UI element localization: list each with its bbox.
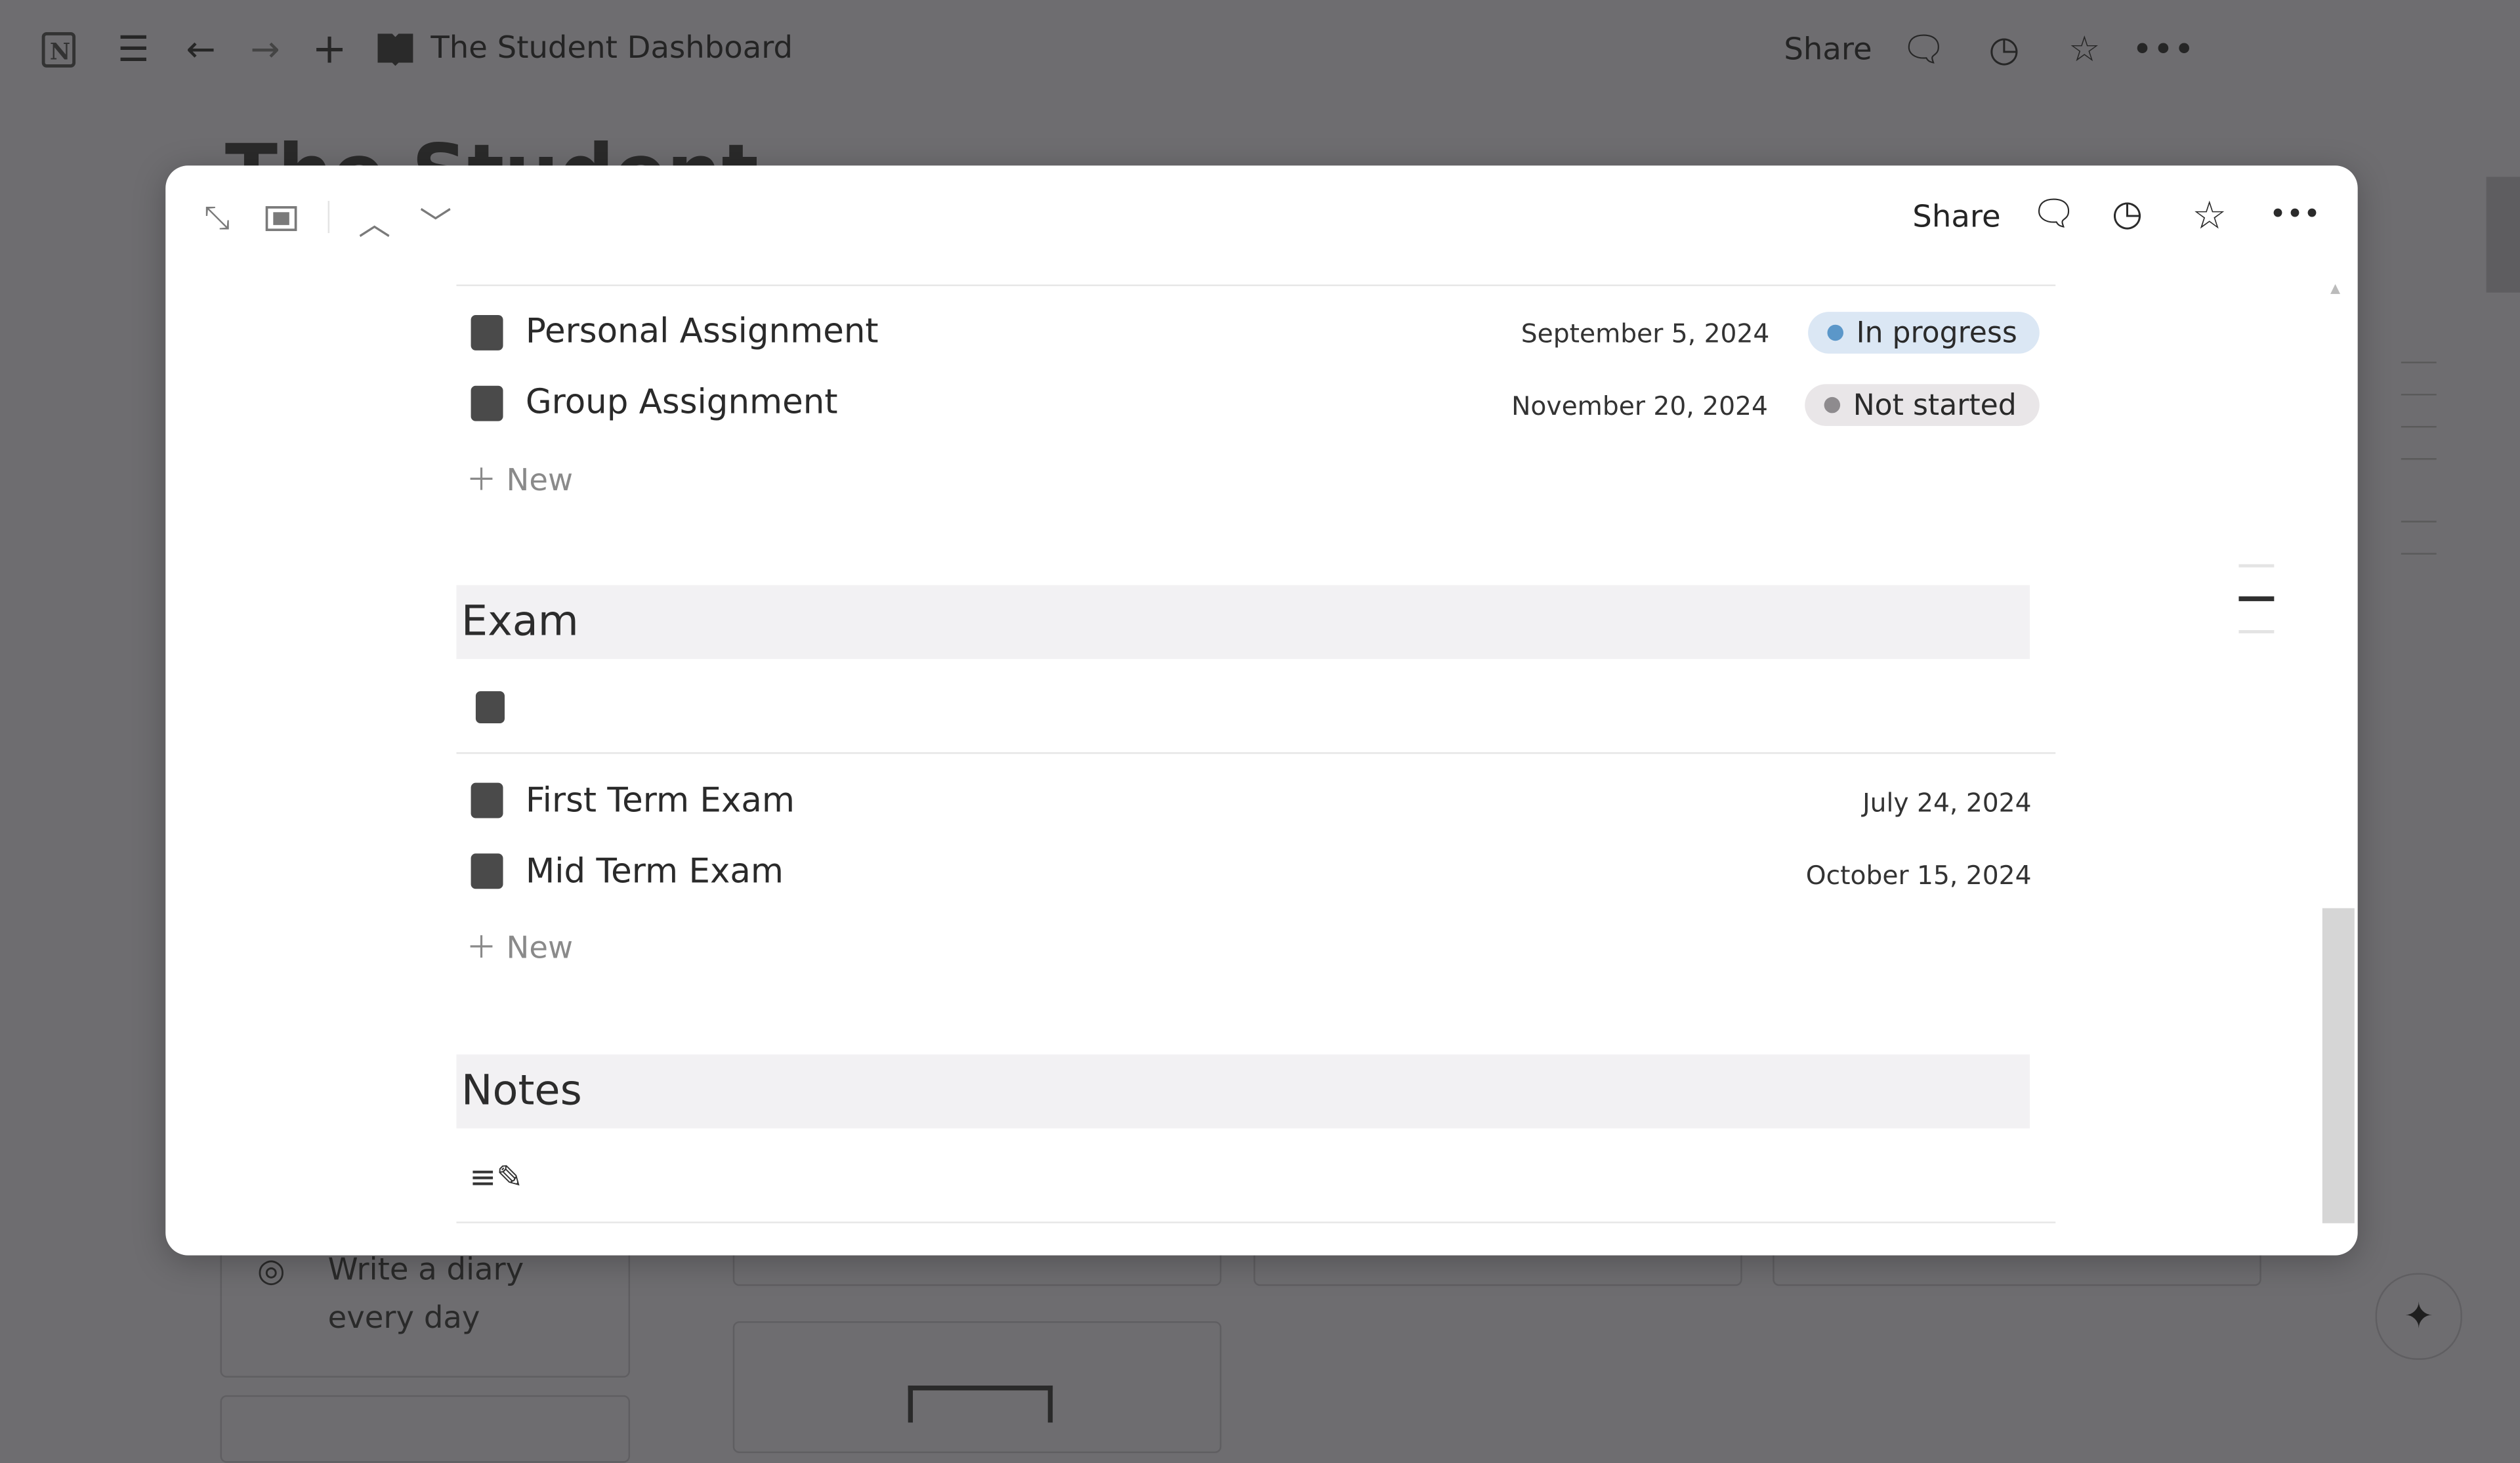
row-title[interactable]: Group Assignment bbox=[526, 383, 838, 421]
menu-icon[interactable]: ☰ bbox=[112, 29, 154, 71]
chevron-up-icon[interactable]: ︿ bbox=[358, 198, 390, 244]
status-dot bbox=[1824, 396, 1841, 413]
more-icon[interactable]: ••• bbox=[2269, 198, 2320, 231]
section-header-exam: Exam bbox=[456, 585, 2030, 660]
row-title[interactable]: First Term Exam bbox=[526, 781, 795, 820]
page-scrollbar[interactable] bbox=[2486, 177, 2520, 293]
divider bbox=[456, 752, 2056, 754]
star-icon[interactable]: ☆ bbox=[2064, 29, 2106, 71]
more-icon[interactable]: ••• bbox=[2132, 29, 2194, 71]
row-title[interactable]: Personal Assignment bbox=[526, 312, 879, 350]
row-date: September 5, 2024 bbox=[1521, 318, 1770, 349]
status-dot bbox=[1827, 324, 1844, 341]
chevron-down-icon[interactable]: ﹀ bbox=[419, 198, 452, 244]
section-header-notes: Notes bbox=[456, 1054, 2030, 1129]
scroll-up-icon[interactable]: ▲ bbox=[2330, 282, 2340, 296]
target-icon: ◎ bbox=[257, 1250, 285, 1290]
notes-edit-icon: ≡✎ bbox=[469, 1157, 524, 1197]
page-breadcrumb-title[interactable]: The Student Dashboard bbox=[430, 31, 793, 66]
new-row-button[interactable]: ＋ New bbox=[466, 457, 573, 500]
new-row-button[interactable]: ＋ New bbox=[466, 924, 573, 967]
notion-logo-icon[interactable]: N bbox=[39, 29, 81, 71]
row-title[interactable]: Mid Term Exam bbox=[526, 852, 784, 891]
side-peek-icon[interactable] bbox=[265, 201, 297, 240]
row-date: November 20, 2024 bbox=[1511, 391, 1768, 421]
svg-text:N: N bbox=[50, 39, 70, 66]
plus-icon: ＋ bbox=[466, 930, 507, 966]
book-icon bbox=[375, 29, 417, 71]
divider bbox=[456, 1221, 2056, 1223]
divider bbox=[327, 201, 330, 234]
outline-toc[interactable] bbox=[2238, 564, 2275, 633]
back-arrow-icon[interactable]: ← bbox=[180, 29, 222, 71]
row-date: October 15, 2024 bbox=[1805, 860, 2032, 891]
modal-scrollbar-thumb[interactable] bbox=[2322, 908, 2355, 1223]
status-badge[interactable]: In progress bbox=[1808, 312, 2040, 354]
building-icon bbox=[908, 1386, 1053, 1423]
outline-toc[interactable] bbox=[2401, 362, 2437, 555]
comment-icon[interactable]: 🗨 bbox=[2032, 194, 2076, 234]
plus-icon: ＋ bbox=[466, 463, 507, 499]
background-card bbox=[220, 1395, 631, 1463]
exam-icon bbox=[471, 782, 503, 818]
habit-text: Write a diary every day bbox=[327, 1252, 524, 1336]
expand-icon[interactable]: ⤡ bbox=[204, 198, 230, 236]
plus-icon[interactable]: + bbox=[308, 26, 350, 74]
clock-icon[interactable]: ◷ bbox=[2112, 194, 2143, 234]
clock-icon[interactable]: ◷ bbox=[1983, 29, 2025, 71]
divider bbox=[456, 284, 2056, 286]
status-badge[interactable]: Not started bbox=[1805, 384, 2040, 426]
grade-doc-icon bbox=[471, 315, 503, 350]
comment-icon[interactable]: 🗨 bbox=[1901, 29, 1946, 71]
ai-sparkle-button[interactable]: ✦ bbox=[2375, 1273, 2462, 1360]
app-window: N ☰ ← → + The Student Dashboard Share 🗨 … bbox=[0, 0, 2520, 1463]
share-button[interactable]: Share bbox=[1784, 32, 1872, 68]
top-bar: N ☰ ← → + The Student Dashboard Share 🗨 … bbox=[0, 0, 2520, 103]
star-icon[interactable]: ☆ bbox=[2192, 193, 2227, 238]
modal-share-button[interactable]: Share bbox=[1912, 200, 2000, 235]
page-peek-modal: ⤡ ︿ ﹀ Share 🗨 ◷ ☆ ••• Personal Assignmen… bbox=[165, 165, 2358, 1256]
grade-doc-icon bbox=[471, 385, 503, 421]
exam-icon bbox=[475, 691, 505, 724]
forward-arrow-icon[interactable]: → bbox=[244, 29, 286, 71]
exam-icon bbox=[471, 853, 503, 889]
row-date: July 24, 2024 bbox=[1862, 788, 2032, 818]
